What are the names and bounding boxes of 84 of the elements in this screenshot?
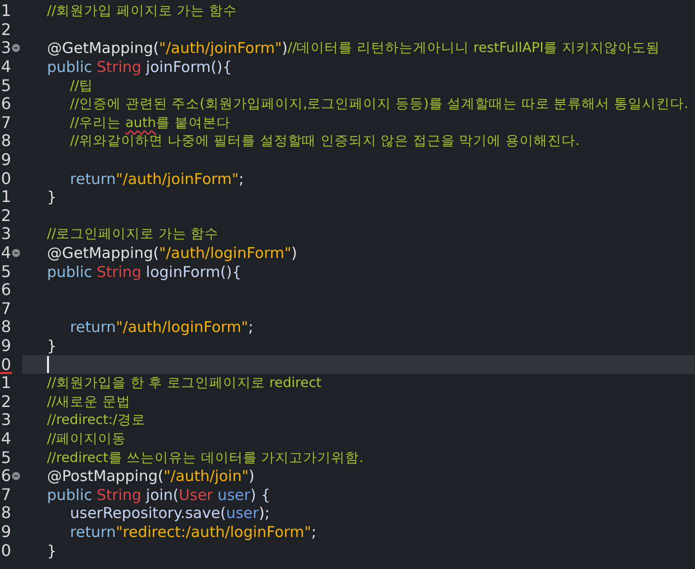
type-name: String xyxy=(96,486,142,504)
method-name: userRepository.save( xyxy=(70,504,226,522)
fold-icon[interactable] xyxy=(12,472,20,480)
line-number: 0 xyxy=(0,356,12,374)
code-text: @GetMapping( xyxy=(47,244,159,262)
parameter-name: user xyxy=(226,504,259,522)
code-text: } xyxy=(47,542,57,560)
line-number: 0 xyxy=(0,542,12,560)
line-number: 0 xyxy=(0,170,12,188)
line-number: 6 xyxy=(0,467,12,486)
line-number: 8 xyxy=(0,504,12,522)
code-text: ) xyxy=(248,467,254,486)
line-number: 6 xyxy=(0,281,12,300)
misspelled-word: auth xyxy=(125,114,156,132)
method-name: ) { xyxy=(250,486,270,504)
line-number: 9 xyxy=(0,151,12,170)
text-cursor xyxy=(47,356,49,374)
line-number: 4 xyxy=(0,244,12,262)
code-text: @GetMapping( xyxy=(47,39,159,58)
fold-icon[interactable] xyxy=(12,249,20,258)
line-number: 2 xyxy=(0,206,12,225)
method-name: joinForm(){ xyxy=(146,58,232,76)
keyword: return xyxy=(70,522,116,541)
line-number: 7 xyxy=(0,114,12,132)
keyword: public xyxy=(47,262,92,281)
code-text: ; xyxy=(248,318,254,336)
line-number: 4 xyxy=(0,58,12,76)
parameter-name: user xyxy=(217,486,250,504)
string-literal: "/auth/loginForm" xyxy=(116,318,248,336)
code-text: ; xyxy=(238,170,244,188)
code-comment: //우리는 xyxy=(70,114,122,132)
string-literal: "/auth/loginForm" xyxy=(158,244,292,262)
line-number: 9 xyxy=(0,336,12,355)
method-name: loginForm(){ xyxy=(146,262,242,281)
line-number: 1 xyxy=(0,188,12,206)
string-literal: "redirect:/auth/loginForm" xyxy=(116,522,312,541)
code-comment: //데이터를 리턴하는게아니니 restFullAPI를 지키지않아도됨 xyxy=(288,39,660,58)
line-number: 8 xyxy=(0,318,12,336)
line-number: 5 xyxy=(0,76,12,95)
keyword: return xyxy=(70,170,116,188)
code-text: ) xyxy=(291,244,298,262)
line-number: 7 xyxy=(0,300,12,318)
type-name: User xyxy=(178,486,213,504)
type-name: String xyxy=(96,262,142,281)
code-text: ); xyxy=(258,504,270,522)
code-text: } xyxy=(47,188,57,206)
code-comment: //새로운 문법 xyxy=(47,392,130,411)
code-text: @PostMapping( xyxy=(47,467,164,486)
code-comment: //인증에 관련된 주소(회원가입페이지,로그인페이지 등등)를 설계할때는 따로 분류해서 통일시킨다. xyxy=(70,95,688,114)
code-text: ) xyxy=(282,39,288,58)
line-number: 7 xyxy=(0,486,12,504)
line-number: 6 xyxy=(0,95,12,114)
line-number: 5 xyxy=(0,448,12,467)
line-number: 1 xyxy=(0,2,12,20)
code-comment: //팁 xyxy=(70,76,94,95)
code-text: } xyxy=(47,336,57,355)
code-comment: //redirect:/경로 xyxy=(47,411,146,430)
string-literal: "/auth/join" xyxy=(164,467,249,486)
code-comment: 를 붙여본다 xyxy=(156,114,230,132)
method-name: join( xyxy=(146,486,179,504)
type-name: String xyxy=(96,58,142,76)
code-comment: //로그인페이지로 가는 함수 xyxy=(47,225,219,244)
keyword: return xyxy=(70,318,116,336)
line-number: 8 xyxy=(0,132,12,150)
code-comment: //회원가입을 한 후 로그인페이지로 redirect xyxy=(47,374,322,392)
keyword: public xyxy=(47,486,92,504)
line-number: 1 xyxy=(0,374,12,392)
keyword: public xyxy=(47,58,92,76)
code-text: ; xyxy=(311,522,316,541)
line-number: 3 xyxy=(0,225,12,244)
code-comment: //위와같이하면 나중에 필터를 설정할때 인증되지 않은 접근을 막기에 용이해진다. xyxy=(70,132,580,150)
line-number: 5 xyxy=(0,262,12,281)
fold-icon[interactable] xyxy=(12,44,20,52)
line-number: 3 xyxy=(0,411,12,430)
line-number: 9 xyxy=(0,522,12,541)
line-number: 2 xyxy=(0,20,12,39)
code-comment: //redirect를 쓰는이유는 데이터를 가지고가기위함. xyxy=(47,448,364,467)
string-literal: "/auth/joinForm" xyxy=(116,170,239,188)
code-comment: //회원가입 페이지로 가는 함수 xyxy=(47,2,237,20)
line-number: 2 xyxy=(0,392,12,411)
code-comment: //페이지이동 xyxy=(47,430,126,448)
string-literal: "/auth/joinForm" xyxy=(158,39,282,58)
line-number: 3 xyxy=(0,39,12,58)
line-number: 4 xyxy=(0,430,12,448)
